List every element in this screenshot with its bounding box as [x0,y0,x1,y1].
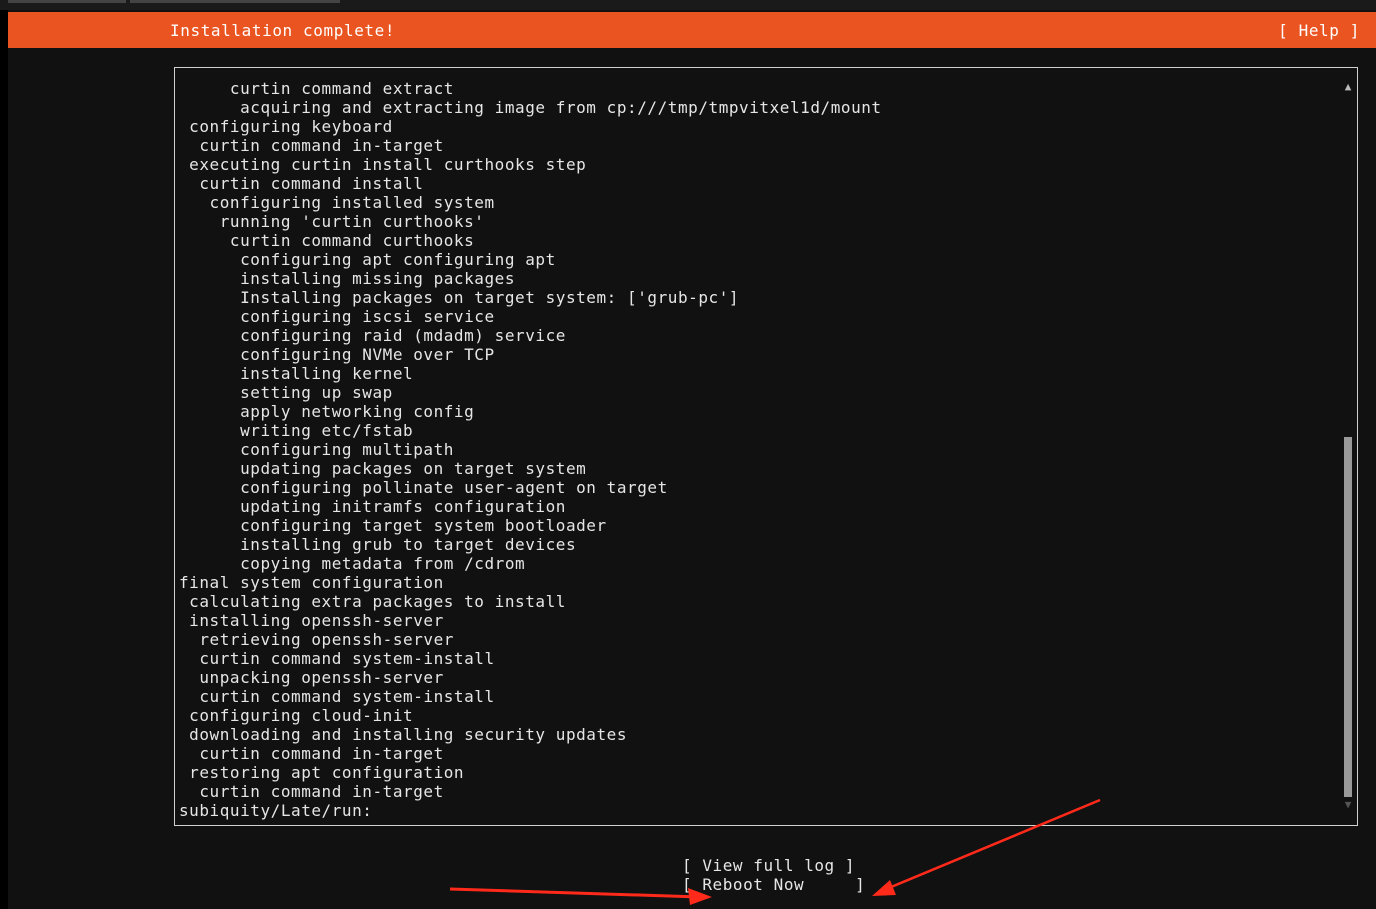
log-line: curtin command curthooks [179,231,475,250]
log-line: executing curtin install curthooks step [179,155,587,174]
log-line: configuring raid (mdadm) service [179,326,566,345]
log-line: installing openssh-server [179,611,444,630]
log-line: restoring apt configuration [179,763,465,782]
log-line: Installing packages on target system: ['… [179,288,740,307]
log-line: unpacking openssh-server [179,668,444,687]
installer-header: Installation complete! [ Help ] [8,12,1376,48]
reboot-now-button[interactable]: [ Reboot Now ] [682,875,865,894]
log-line: installing missing packages [179,269,516,288]
log-line: configuring target system bootloader [179,516,607,535]
log-line: acquiring and extracting image from cp:/… [179,98,882,117]
help-button[interactable]: [ Help ] [1278,21,1360,40]
log-line: installing grub to target devices [179,535,577,554]
log-scrollbar[interactable]: ▲ ▼ [1341,80,1355,812]
top-strip-segment [130,0,340,3]
log-line: setting up swap [179,383,393,402]
log-line: writing etc/fstab [179,421,414,440]
log-line: retrieving openssh-server [179,630,454,649]
log-line: updating packages on target system [179,459,587,478]
log-line: curtin command system-install [179,649,495,668]
log-line: downloading and installing security upda… [179,725,628,744]
install-log-panel[interactable]: curtin command extract acquiring and ext… [174,67,1358,826]
log-line: configuring cloud-init [179,706,414,725]
log-line: configuring installed system [179,193,495,212]
scroll-down-icon[interactable]: ▼ [1341,798,1355,812]
top-strip-segment [8,0,126,3]
log-line: calculating extra packages to install [179,592,566,611]
log-line: final system configuration [179,573,444,592]
log-line: configuring pollinate user-agent on targ… [179,478,668,497]
log-line: curtin command install [179,174,424,193]
log-line: configuring NVMe over TCP [179,345,495,364]
log-line: configuring keyboard [179,117,393,136]
log-line: curtin command in-target [179,136,444,155]
header-title: Installation complete! [170,21,396,40]
log-line: configuring multipath [179,440,454,459]
view-full-log-button[interactable]: [ View full log ] [682,856,855,875]
log-line: curtin command in-target [179,744,444,763]
log-line: running 'curtin curthooks' [179,212,485,231]
log-line: updating initramfs configuration [179,497,566,516]
log-lines: curtin command extract acquiring and ext… [179,79,882,820]
log-line: configuring iscsi service [179,307,495,326]
scroll-up-icon[interactable]: ▲ [1341,80,1355,94]
top-strip [0,0,1376,10]
log-line: subiquity/Late/run: [179,801,373,820]
scrollbar-thumb[interactable] [1344,437,1352,797]
log-line: copying metadata from /cdrom [179,554,526,573]
log-line: curtin command system-install [179,687,495,706]
log-line: configuring apt configuring apt [179,250,556,269]
log-line: curtin command extract [179,79,454,98]
log-line: curtin command in-target [179,782,444,801]
log-line: apply networking config [179,402,475,421]
log-line: installing kernel [179,364,414,383]
